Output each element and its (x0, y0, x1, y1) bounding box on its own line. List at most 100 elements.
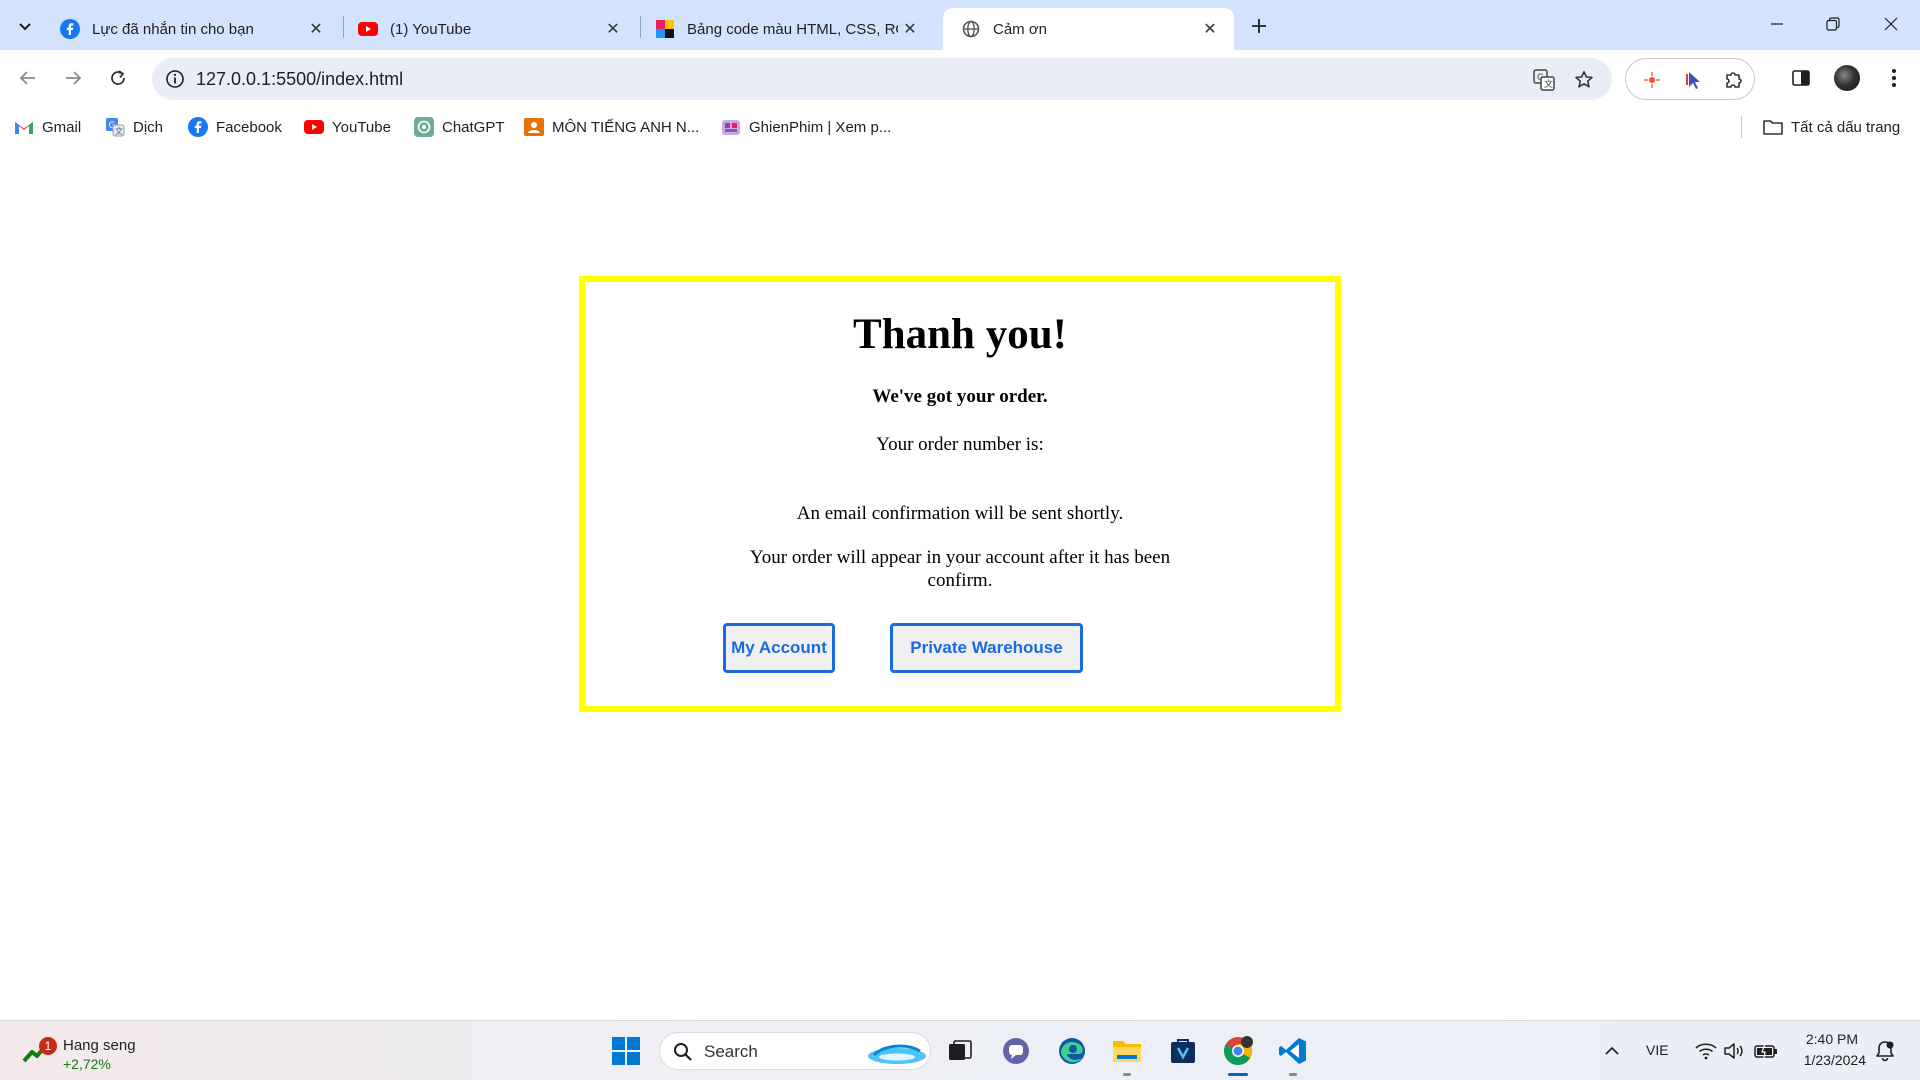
reload-button[interactable] (100, 60, 136, 96)
bookmark-label: Gmail (42, 118, 82, 136)
extensions-group (1625, 58, 1755, 100)
globe-icon (961, 19, 981, 39)
url-text[interactable]: 127.0.0.1:5500/index.html (196, 69, 403, 90)
bookmark-chatgpt[interactable]: ChatGPT (414, 114, 505, 140)
store-icon (1171, 1039, 1195, 1063)
ghienphim-icon (721, 117, 741, 137)
chat-icon (1003, 1038, 1029, 1064)
restore-button[interactable] (1808, 4, 1858, 44)
tab-color-codes[interactable]: Bảng code màu HTML, CSS, RG ✕ (637, 8, 934, 50)
youtube-icon (304, 117, 324, 137)
bookmark-ghienphim[interactable]: GhienPhim | Xem p... (721, 114, 891, 140)
site-info-icon[interactable] (162, 66, 188, 92)
task-view-button[interactable] (940, 1031, 980, 1071)
vscode-button[interactable] (1273, 1031, 1313, 1076)
battery-button[interactable] (1746, 1031, 1786, 1071)
start-button[interactable] (606, 1031, 646, 1071)
classroom-icon (524, 117, 544, 137)
tab-cam-on[interactable]: Cảm ơn ✕ (943, 8, 1234, 50)
svg-text:文: 文 (1544, 78, 1553, 90)
tab-strip: Lực đã nhắn tin cho bạn ✕ (1) YouTube ✕ … (0, 0, 1920, 50)
new-tab-button[interactable] (1245, 12, 1273, 40)
language-indicator[interactable]: VIE (1646, 1042, 1669, 1058)
arrow-left-icon (19, 71, 35, 85)
chevron-up-icon (1605, 1046, 1619, 1055)
all-bookmarks-button[interactable]: Tất cả dấu trang (1763, 114, 1900, 140)
notifications-button[interactable] (1865, 1031, 1905, 1071)
close-window-button[interactable] (1866, 4, 1916, 44)
windows-icon (612, 1037, 640, 1065)
bell-icon (1876, 1041, 1894, 1062)
clock-time[interactable]: 2:40 PM (1806, 1031, 1858, 1047)
gmail-icon (14, 117, 34, 137)
bookmark-mon-tieng-anh[interactable]: MÔN TIẾNG ANH N... (524, 114, 699, 140)
file-explorer-button[interactable] (1107, 1031, 1147, 1076)
address-bar[interactable]: 127.0.0.1:5500/index.html G文 (152, 58, 1612, 100)
tab-close-icon[interactable]: ✕ (1198, 17, 1222, 41)
chrome-button[interactable] (1218, 1031, 1258, 1076)
store-button[interactable] (1163, 1031, 1203, 1071)
arrow-right-icon (66, 71, 82, 85)
minimize-button[interactable] (1752, 4, 1802, 44)
chatgpt-icon (414, 117, 434, 137)
tab-facebook[interactable]: Lực đã nhắn tin cho bạn ✕ (42, 8, 340, 50)
translate-icon: G文 (105, 117, 125, 137)
show-hidden-icons-button[interactable] (1592, 1031, 1632, 1071)
folder-icon (1113, 1041, 1141, 1062)
close-icon (1884, 17, 1898, 31)
notification-badge: 1 (39, 1037, 57, 1055)
edge-button[interactable] (1052, 1031, 1092, 1071)
page-viewport: Thanh you! We've got your order. Your or… (0, 144, 1920, 1020)
screen: Lực đã nhắn tin cho bạn ✕ (1) YouTube ✕ … (0, 0, 1920, 1080)
chrome-icon (1224, 1036, 1253, 1065)
more-vertical-icon (1892, 69, 1896, 87)
bookmark-label: Dịch (133, 118, 164, 136)
tab-title: Bảng code màu HTML, CSS, RG (687, 20, 898, 38)
plus-icon (1252, 19, 1266, 33)
reload-icon (111, 70, 125, 85)
chevron-down-icon (19, 23, 31, 31)
taskbar-search[interactable]: Search (659, 1032, 931, 1070)
translate-page-icon[interactable]: G文 (1530, 66, 1558, 94)
battery-icon (1754, 1043, 1777, 1059)
tab-close-icon[interactable]: ✕ (898, 17, 922, 41)
side-panel-button[interactable] (1785, 62, 1817, 94)
tab-youtube[interactable]: (1) YouTube ✕ (340, 8, 637, 50)
tab-search-button[interactable] (10, 11, 40, 41)
bookmark-gmail[interactable]: Gmail (14, 114, 81, 140)
extension-cursor-icon[interactable] (1680, 66, 1708, 94)
my-account-button[interactable]: My Account (723, 623, 835, 673)
extension-sparkle-icon[interactable] (1638, 66, 1666, 94)
bookmark-label: ChatGPT (442, 118, 505, 136)
tab-title: Lực đã nhắn tin cho bạn (92, 20, 254, 38)
menu-button[interactable] (1878, 62, 1910, 94)
bookmark-star-icon[interactable] (1570, 66, 1598, 94)
bookmark-facebook[interactable]: Facebook (188, 114, 282, 140)
bookmark-dich[interactable]: G文 Dịch (105, 114, 163, 140)
stock-widget[interactable]: 1 Hang seng +2,72% (22, 1029, 152, 1073)
profile-button[interactable] (1831, 62, 1863, 94)
tab-close-icon[interactable]: ✕ (304, 17, 328, 41)
tab-title: Cảm ơn (993, 20, 1048, 38)
side-panel-icon (1792, 70, 1810, 86)
volume-icon (1724, 1043, 1743, 1059)
restore-icon (1826, 17, 1840, 31)
all-bookmarks-label: Tất cả dấu trang (1791, 118, 1901, 136)
tab-close-icon[interactable]: ✕ (601, 17, 625, 41)
vscode-icon (1279, 1038, 1306, 1064)
thank-you-card: Thanh you! We've got your order. Your or… (579, 276, 1341, 712)
teams-chat-button[interactable] (996, 1031, 1036, 1071)
search-placeholder: Search (704, 1042, 758, 1061)
account-note-text: Your order will appear in your account a… (749, 547, 1171, 591)
extensions-puzzle-icon[interactable] (1720, 66, 1748, 94)
back-button[interactable] (10, 60, 46, 96)
order-number-value (585, 464, 1335, 484)
color-palette-icon (655, 19, 675, 39)
clock-date[interactable]: 1/23/2024 (1804, 1052, 1866, 1068)
taskbar: 1 Hang seng +2,72% Search VIE 2:40 PM 1/… (0, 1020, 1920, 1080)
avatar (1834, 65, 1860, 91)
bookmark-youtube[interactable]: YouTube (304, 114, 391, 140)
bookmark-label: YouTube (332, 118, 391, 136)
private-warehouse-button[interactable]: Private Warehouse (890, 623, 1083, 673)
forward-button[interactable] (55, 60, 91, 96)
